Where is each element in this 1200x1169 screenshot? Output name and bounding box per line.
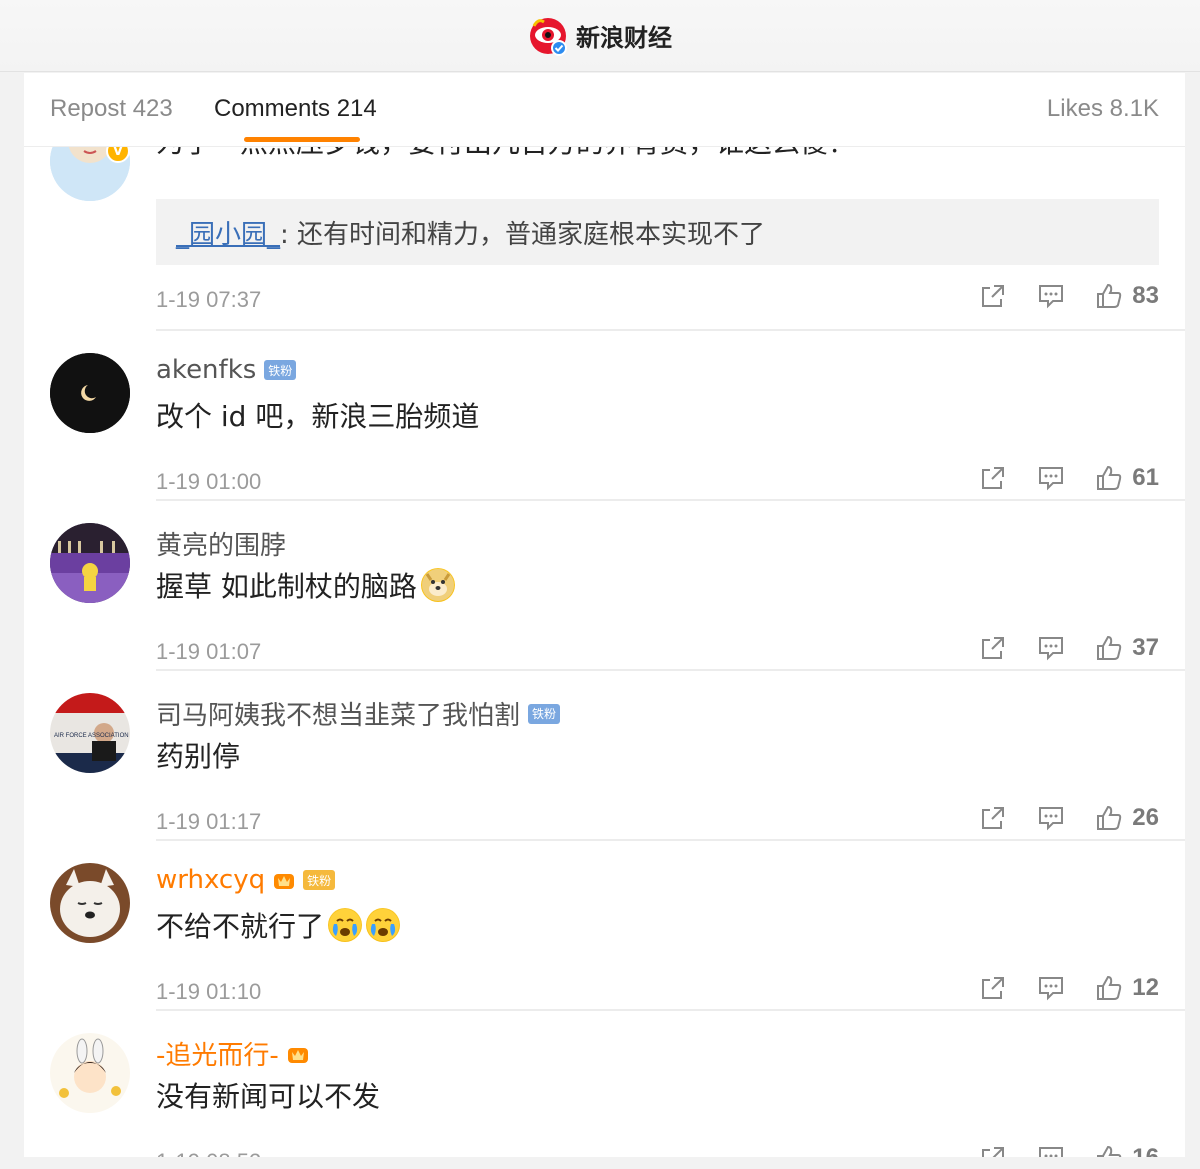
comment-text: 没有新闻可以不发 [156, 1080, 381, 1113]
tab-likes[interactable]: Likes 8.1K [1047, 95, 1159, 123]
comment-header: akenfks 铁粉 [156, 355, 297, 385]
comment-text: 药别停 [156, 740, 241, 773]
reply-username[interactable]: _园小园_ [176, 214, 280, 251]
reply-icon[interactable] [1036, 803, 1066, 833]
comment-text: 改个 id 吧，新浪三胎频道 [156, 400, 480, 433]
vip-crown-icon [273, 870, 295, 890]
like-button[interactable]: 12 [1094, 973, 1159, 1003]
comment-actions: 26 [978, 803, 1159, 833]
fan-badge: 铁粉 [528, 703, 561, 724]
tab-repost[interactable]: Repost 423 [50, 95, 173, 123]
avatar[interactable]: AIR FORCE ASSOCIATION [50, 693, 130, 773]
avatar[interactable] [50, 1033, 130, 1113]
reply-icon[interactable] [1036, 1143, 1066, 1157]
comment-time: 1-19 01:00 [156, 469, 262, 494]
tab-bar: Repost 423 Comments 214 Likes 8.1K [24, 73, 1185, 147]
thumbs-up-icon [1094, 281, 1124, 311]
like-count: 37 [1132, 634, 1159, 661]
like-count: 12 [1132, 974, 1159, 1001]
active-tab-indicator [244, 137, 360, 142]
comment-item: 黄亮的围脖 握草 如此制杖的脑路 1-19 01:07 37 [24, 501, 1185, 671]
crying-emoji-icon [328, 908, 363, 942]
username[interactable]: -追光而行- [156, 1035, 279, 1072]
top-bar: 新浪财经 [0, 0, 1200, 72]
avatar-text: AIR FORCE ASSOCIATION [54, 733, 129, 739]
tab-comments[interactable]: Comments 214 [214, 95, 377, 123]
reply-icon[interactable] [1036, 633, 1066, 663]
comment-item: akenfks 铁粉 改个 id 吧，新浪三胎频道 1-19 01:00 61 [24, 331, 1185, 501]
username[interactable]: akenfks [156, 355, 256, 385]
share-icon[interactable] [978, 973, 1008, 1003]
like-button[interactable]: 37 [1094, 633, 1159, 663]
thumbs-up-icon [1094, 633, 1124, 663]
share-icon[interactable] [978, 281, 1008, 311]
reply-icon[interactable] [1036, 973, 1066, 1003]
avatar[interactable] [50, 353, 130, 433]
comment-header: 司马阿姨我不想当韭菜了我怕割 铁粉 [156, 695, 561, 732]
comment-actions: 61 [978, 463, 1159, 493]
fan-badge: 铁粉 [303, 870, 336, 890]
comment-item: -追光而行- 没有新闻可以不发 1-19 08:52 [24, 1011, 1185, 1157]
like-button[interactable]: 16 [1094, 1143, 1159, 1157]
username[interactable]: 司马阿姨我不想当韭菜了我怕割 [156, 695, 520, 732]
brand-name: 新浪财经 [576, 24, 672, 52]
like-button[interactable]: 61 [1094, 463, 1159, 493]
crying-emoji-icon [366, 908, 401, 942]
like-button[interactable]: 26 [1094, 803, 1159, 833]
comment-time: 1-19 01:17 [156, 809, 262, 834]
thumbs-up-icon [1094, 1143, 1124, 1157]
comment-time: 1-19 01:10 [156, 979, 262, 1004]
share-icon[interactable] [978, 803, 1008, 833]
username[interactable]: wrhxcyq [156, 865, 265, 895]
vip-crown-icon [287, 1044, 309, 1064]
thumbs-up-icon [1094, 803, 1124, 833]
comment-header: -追光而行- [156, 1035, 309, 1072]
reply-icon[interactable] [1036, 463, 1066, 493]
avatar[interactable] [50, 863, 130, 943]
username[interactable]: 黄亮的围脖 [156, 525, 286, 562]
fan-badge: 铁粉 [264, 360, 297, 380]
comment-header: wrhxcyq 铁粉 [156, 865, 336, 895]
reply-quote[interactable]: _园小园_ : 还有时间和精力，普通家庭根本实现不了 [156, 199, 1159, 265]
comment-item: AIR FORCE ASSOCIATION 司马阿姨我不想当韭菜了我怕割 铁粉 … [24, 671, 1185, 841]
brand[interactable]: 新浪财经 [528, 16, 672, 56]
comment-time: 1-19 08:52 [156, 1149, 261, 1157]
doge-emoji-icon [420, 568, 455, 602]
share-icon[interactable] [978, 1143, 1008, 1157]
comment-text: 不给不就行了 [156, 905, 401, 945]
comment-text: 握草 如此制杖的脑路 [156, 565, 455, 605]
like-count: 16 [1132, 1144, 1159, 1157]
thumbs-up-icon [1094, 463, 1124, 493]
like-count: 83 [1132, 282, 1159, 309]
comment-item: v 为了一点点压岁钱，要付出几百万的养育费，谁这么傻？ _园小园_ : 还有时间… [24, 121, 1185, 331]
share-icon[interactable] [978, 463, 1008, 493]
reply-text: : 还有时间和精力，普通家庭根本实现不了 [280, 219, 766, 250]
thumbs-up-icon [1094, 973, 1124, 1003]
comment-actions: 12 [978, 973, 1159, 1003]
sina-eye-logo-icon [528, 16, 568, 56]
like-count: 26 [1132, 804, 1159, 831]
comment-time: 1-19 01:07 [156, 639, 262, 664]
reply-icon[interactable] [1036, 281, 1066, 311]
like-count: 61 [1132, 464, 1159, 491]
bottom-edge [0, 1157, 1200, 1169]
comment-actions: 83 [978, 281, 1159, 311]
comment-item: wrhxcyq 铁粉 不给不就行了 1-19 01:10 12 [24, 841, 1185, 1011]
comment-actions: 16 [978, 1143, 1159, 1157]
avatar[interactable] [50, 523, 130, 603]
comment-actions: 37 [978, 633, 1159, 663]
share-icon[interactable] [978, 633, 1008, 663]
comment-header: 黄亮的围脖 [156, 525, 286, 562]
comments-panel: v 为了一点点压岁钱，要付出几百万的养育费，谁这么傻？ _园小园_ : 还有时间… [24, 73, 1185, 1157]
like-button[interactable]: 83 [1094, 281, 1159, 311]
comment-time: 1-19 07:37 [156, 287, 262, 312]
